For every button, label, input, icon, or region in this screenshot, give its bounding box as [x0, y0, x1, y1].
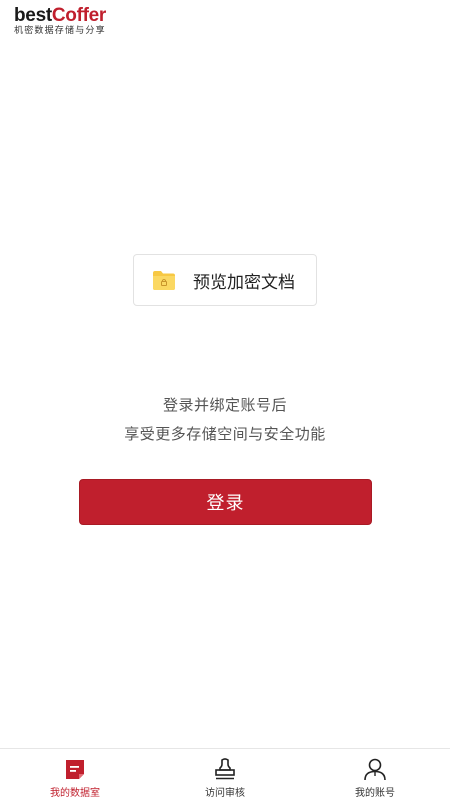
bottom-tab-bar: 我的数据室 访问审核 我的账号 — [0, 748, 450, 800]
tab-label: 我的账号 — [355, 788, 395, 799]
stamp-icon — [215, 758, 235, 780]
tab-label: 访问审核 — [205, 788, 245, 799]
logo-coffer-text: Coffer — [51, 5, 107, 26]
promo-text-line-2: 享受更多存储空间与安全功能 — [124, 425, 326, 443]
logo-best-text: best — [14, 5, 52, 26]
logo-tagline: 机密数据存储与分享 — [14, 26, 106, 36]
data-room-icon — [66, 760, 84, 779]
promo-text-line-1: 登录并绑定账号后 — [162, 396, 287, 414]
preview-button-label: 预览加密文档 — [193, 272, 295, 293]
tab-label: 我的数据室 — [50, 788, 100, 799]
login-button[interactable]: 登录 — [79, 479, 372, 525]
preview-encrypted-doc-button[interactable]: 预览加密文档 — [133, 254, 317, 306]
logo-wordmark: bestCoffer — [14, 6, 134, 26]
user-icon — [364, 758, 386, 781]
tab-my-account[interactable]: 我的账号 — [300, 749, 450, 800]
tab-access-review[interactable]: 访问审核 — [150, 749, 300, 800]
app-screen: bestCoffer 机密数据存储与分享 预览加密文档 登录并绑定账号后 享受更… — [0, 0, 450, 800]
locked-folder-icon — [152, 269, 176, 291]
tab-my-data-room[interactable]: 我的数据室 — [0, 749, 150, 800]
brand-logo: bestCoffer 机密数据存储与分享 — [14, 6, 134, 37]
